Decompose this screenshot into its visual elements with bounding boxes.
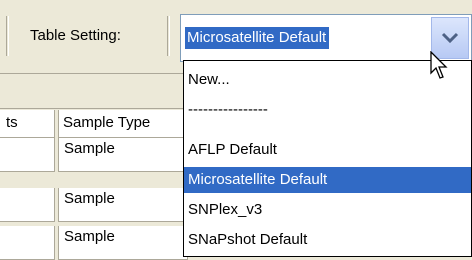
- table-cell-sample-type[interactable]: Sample: [58, 188, 188, 222]
- mouse-cursor-icon: [430, 51, 448, 79]
- table-cell[interactable]: [0, 226, 55, 260]
- table-setting-select[interactable]: Microsatellite Default: [180, 14, 472, 62]
- dropdown-item-new[interactable]: New...: [184, 67, 471, 93]
- table-setting-dropdown-list[interactable]: New... ---------------- AFLP Default Mic…: [183, 60, 472, 257]
- dropdown-item-microsatellite-default[interactable]: Microsatellite Default: [184, 167, 471, 193]
- table-cell[interactable]: [0, 138, 55, 172]
- toolbar-separator: [167, 16, 170, 56]
- selected-value-text: Microsatellite Default: [185, 27, 330, 49]
- dropdown-item-snapshot-default[interactable]: SNaPshot Default: [184, 227, 471, 253]
- table-cell-sample-type[interactable]: Sample: [58, 226, 188, 260]
- column-header[interactable]: ts: [0, 110, 55, 138]
- chevron-down-icon: [441, 32, 459, 44]
- table-cell-sample-type[interactable]: Sample: [58, 138, 188, 172]
- toolbar-separator: [6, 16, 9, 56]
- dropdown-separator: ----------------: [188, 101, 268, 118]
- dropdown-item-aflp-default[interactable]: AFLP Default: [184, 137, 471, 163]
- table-setting-select-value[interactable]: Microsatellite Default: [181, 15, 431, 61]
- column-header-sample-type[interactable]: Sample Type: [58, 110, 188, 138]
- dropdown-item-snplex-v3[interactable]: SNPlex_v3: [184, 197, 471, 223]
- table-setting-label: Table Setting:: [30, 27, 121, 44]
- table-cell[interactable]: [0, 188, 55, 222]
